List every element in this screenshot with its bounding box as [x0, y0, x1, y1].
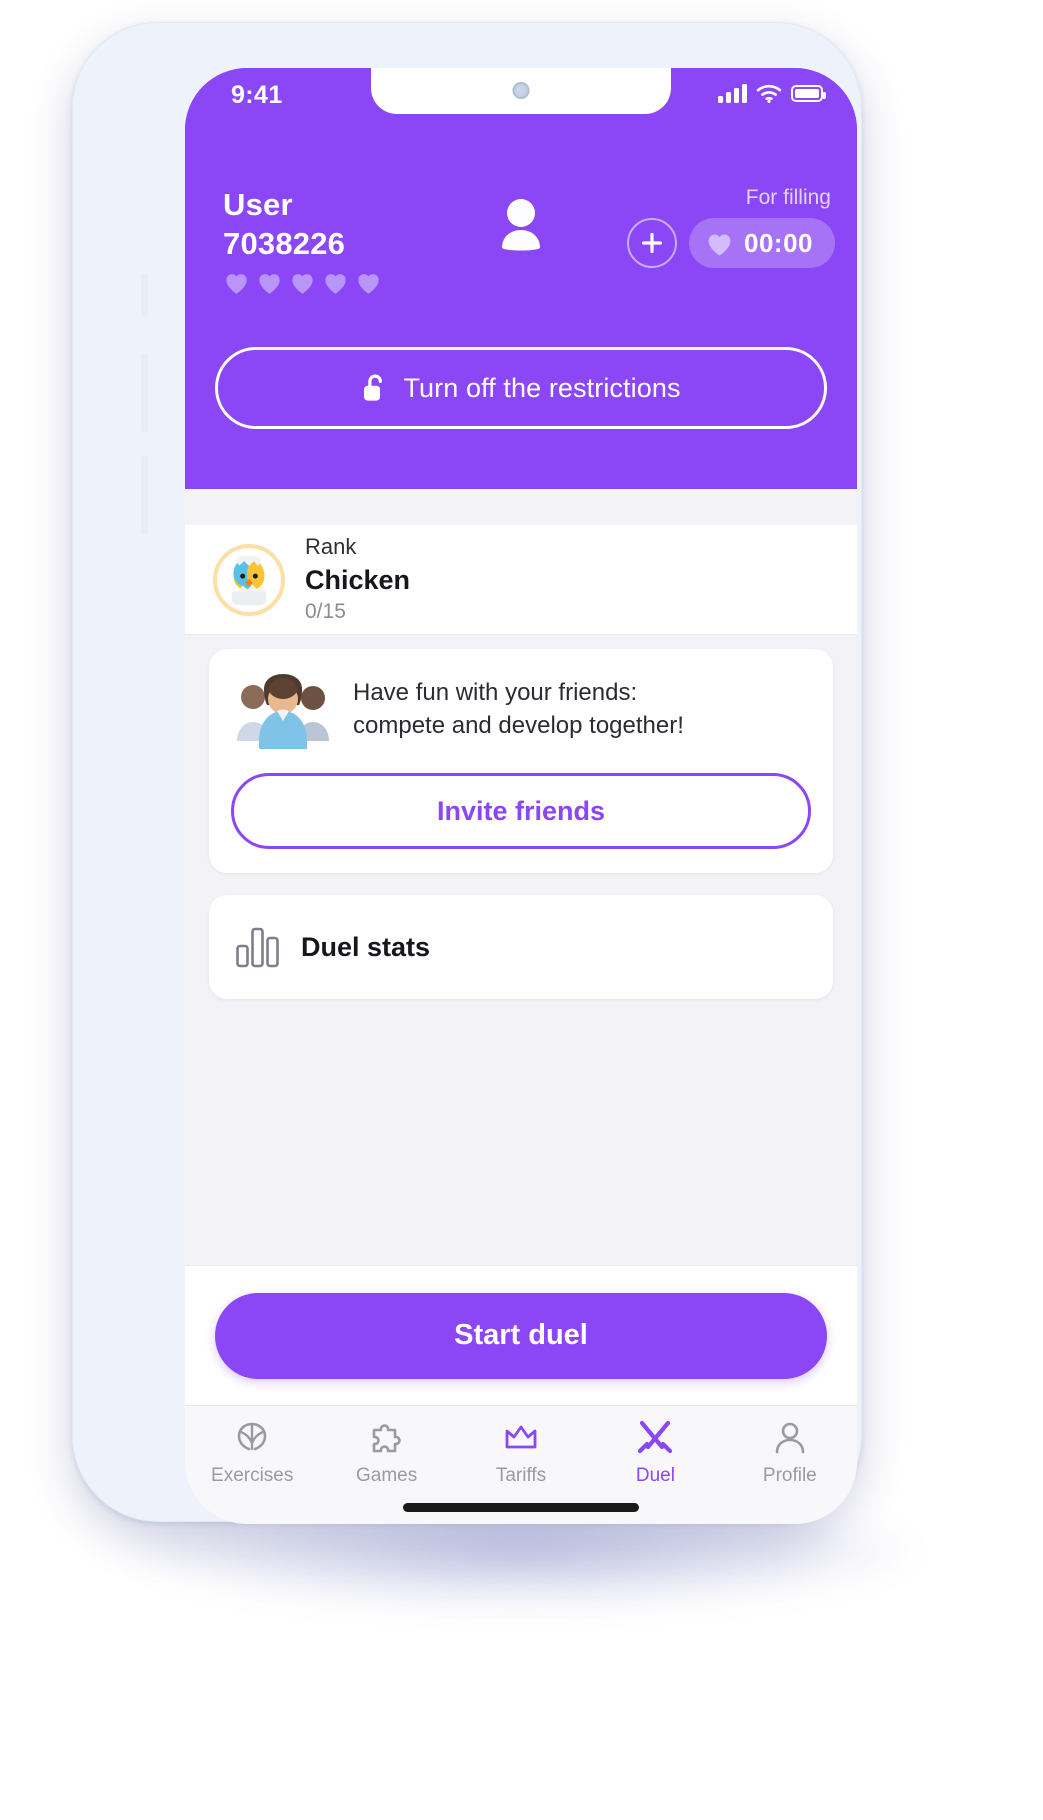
life-heart-icon [325, 273, 346, 294]
main-content: Rank Chicken 0/15 Have fun with your fri… [185, 489, 857, 1361]
puzzle-icon [372, 1424, 401, 1453]
filling-controls: 00:00 [627, 218, 835, 268]
page-root: User 7038226 For filling 00:00 Turn off … [0, 0, 1043, 1820]
tab-profile[interactable]: Profile [723, 1418, 857, 1487]
invite-friends-header: Have fun with your friends: compete and … [231, 671, 811, 749]
duel-stats-card[interactable]: Duel stats [209, 895, 833, 999]
swords-icon [638, 1420, 673, 1454]
tab-profile-label: Profile [762, 1465, 817, 1486]
tab-games[interactable]: Games [319, 1418, 453, 1487]
home-indicator[interactable] [403, 1503, 639, 1512]
person-outline-icon [775, 1422, 805, 1454]
app-header: User 7038226 For filling 00:00 Turn off … [185, 68, 857, 489]
tab-tariffs[interactable]: Tariffs [454, 1418, 588, 1487]
lives-row [223, 270, 473, 295]
life-heart-icon [292, 273, 313, 294]
tab-duel-label: Duel [635, 1465, 675, 1486]
status-bar-time: 9:41 [231, 81, 283, 109]
unlock-icon [364, 374, 383, 401]
life-heart-icon [358, 273, 379, 294]
invite-friends-button[interactable]: Invite friends [231, 773, 811, 849]
refill-timer-badge[interactable]: 00:00 [689, 218, 835, 268]
start-duel-button[interactable]: Start duel [215, 1292, 827, 1379]
phone-screen: User 7038226 For filling 00:00 Turn off … [185, 68, 857, 1524]
phone-device-frame: User 7038226 For filling 00:00 Turn off … [72, 22, 862, 1524]
life-heart-icon [226, 273, 247, 294]
header-top-row: User 7038226 For filling 00:00 [185, 186, 857, 296]
tab-exercises-label: Exercises [211, 1465, 294, 1486]
group-of-friends-icon [237, 674, 329, 749]
rank-avatar [213, 543, 285, 616]
brain-icon [237, 1422, 267, 1451]
invite-friends-text-line2: compete and develop together! [353, 712, 684, 739]
user-identity-block[interactable]: User 7038226 [223, 186, 473, 295]
avatar[interactable] [493, 196, 549, 261]
tab-exercises[interactable]: Exercises [185, 1418, 319, 1487]
front-camera-icon [512, 82, 530, 99]
cards-area: Have fun with your friends: compete and … [185, 635, 857, 999]
tab-duel[interactable]: Duel [588, 1418, 722, 1487]
volume-up-button[interactable] [141, 353, 148, 433]
user-id: 7038226 [223, 225, 346, 261]
content-spacer [185, 489, 857, 525]
battery-icon [791, 85, 826, 102]
rank-progress: 0/15 [305, 600, 346, 624]
tab-tariffs-label: Tariffs [495, 1465, 547, 1486]
crown-icon [505, 1425, 537, 1449]
turn-off-restrictions-label: Turn off the restrictions [403, 372, 681, 403]
invite-friends-text-line1: Have fun with your friends: [353, 679, 638, 707]
status-bar-indicators [718, 84, 826, 103]
hatching-chick-icon [231, 555, 267, 605]
person-icon [502, 199, 540, 251]
tab-games-label: Games [355, 1465, 418, 1486]
rank-value: Chicken [305, 564, 411, 595]
start-duel-footer: Start duel [185, 1265, 857, 1405]
cellular-signal-icon [718, 84, 747, 103]
add-lives-button[interactable] [627, 218, 677, 268]
volume-down-button[interactable] [141, 455, 148, 535]
invite-friends-card: Have fun with your friends: compete and … [209, 649, 833, 873]
duel-stats-label: Duel stats [301, 931, 431, 962]
user-label: User [223, 187, 293, 222]
rank-text-block: Rank Chicken 0/15 [305, 533, 410, 625]
plus-icon [641, 232, 663, 254]
mute-switch[interactable] [141, 273, 148, 317]
rank-card[interactable]: Rank Chicken 0/15 [185, 525, 857, 635]
filling-block: For filling 00:00 [585, 186, 835, 268]
for-filling-label: For filling [745, 186, 831, 209]
life-heart-icon [259, 273, 280, 294]
bar-chart-icon [236, 927, 279, 968]
heart-icon [708, 234, 731, 256]
rank-label: Rank [305, 534, 357, 560]
turn-off-restrictions-button[interactable]: Turn off the restrictions [215, 347, 827, 429]
wifi-icon [756, 84, 782, 103]
invite-friends-text: Have fun with your friends: compete and … [353, 677, 684, 742]
refill-timer-value: 00:00 [744, 227, 813, 258]
